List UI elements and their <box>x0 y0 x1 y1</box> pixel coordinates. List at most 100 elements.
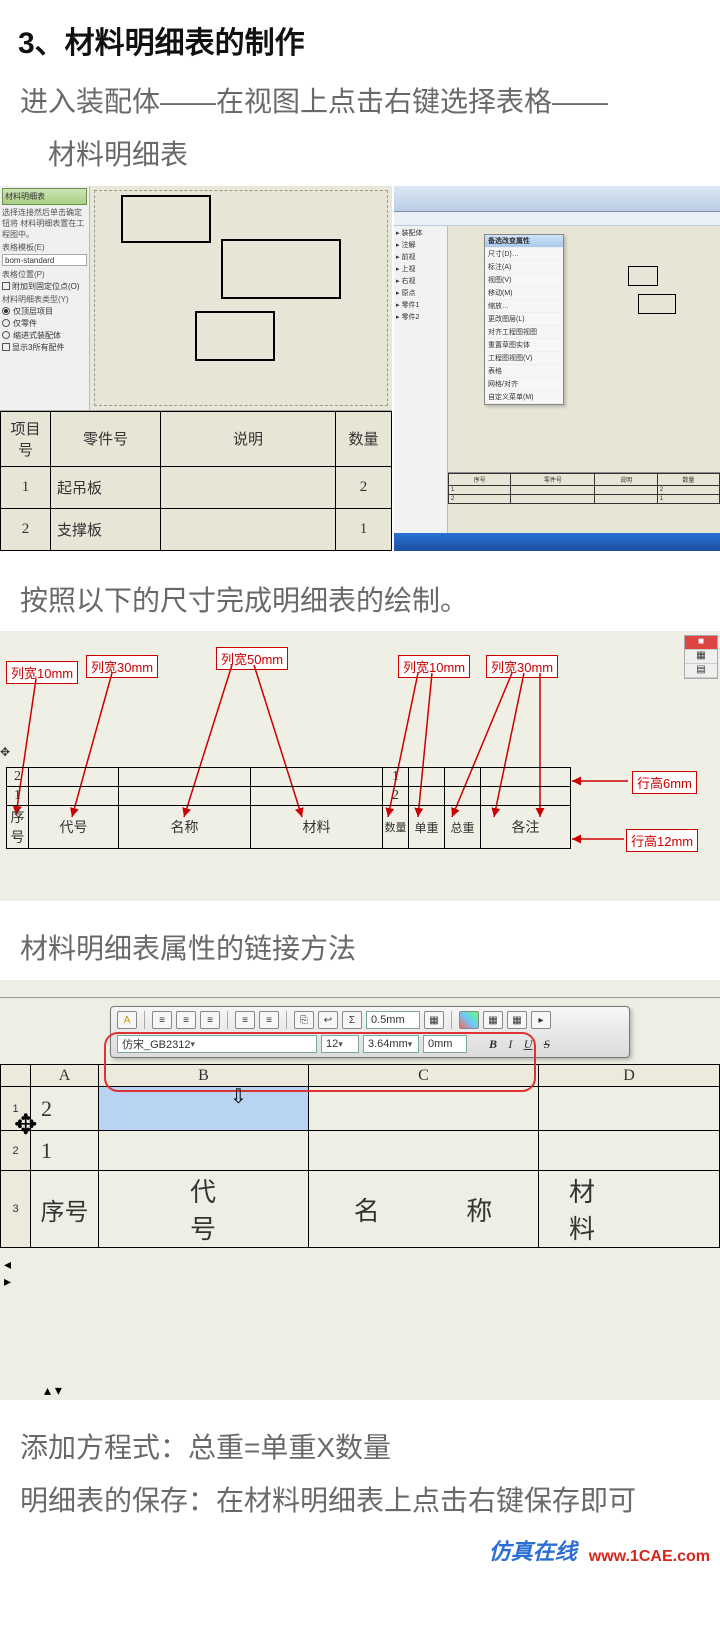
hdr-mat: 材料 <box>251 806 383 849</box>
position-check-label: 附加到固定位点(O) <box>12 282 80 291</box>
font-size-select[interactable]: 12 <box>321 1035 359 1053</box>
corner-handle[interactable] <box>1 1065 31 1087</box>
hdr-name: 名称 <box>119 806 251 849</box>
ctx-item[interactable]: 尺寸(D)… <box>485 248 563 261</box>
cell-c1[interactable] <box>309 1087 539 1131</box>
col-d[interactable]: D <box>539 1065 720 1087</box>
table-format-toolbar[interactable]: A ≡ ≡ ≡ ≡ ≡ ⎘ ↩ Σ 0.5mm ▦ ▦ ▦ ▸ 仿宋_GB231… <box>110 1006 630 1058</box>
ctx-item[interactable]: 网格/对齐 <box>485 378 563 391</box>
ctx-item[interactable]: 标注(A) <box>485 261 563 274</box>
tool-icon[interactable]: ▤ <box>685 664 717 678</box>
italic-button[interactable]: I <box>508 1037 512 1052</box>
cell-a2[interactable]: 1 <box>31 1131 99 1171</box>
feature-tree[interactable]: ▸ 装配体▸ 注解▸ 前视▸ 上视▸ 右视▸ 原点▸ 零件1▸ 零件2 <box>394 226 448 538</box>
gap-input[interactable]: 0.5mm <box>366 1011 420 1029</box>
radio-partsonly[interactable]: 仅零件 <box>2 318 87 329</box>
type-label: 材料明细表类型(Y) <box>2 294 87 305</box>
cell-b2[interactable] <box>99 1131 309 1171</box>
col-a[interactable]: A <box>31 1065 99 1087</box>
drawing-canvas-right[interactable]: 备选改变属性 尺寸(D)… 标注(A) 视图(V) 移动(M) 缩放… 更改图层… <box>448 226 720 538</box>
cell-color-icon[interactable]: ▦ <box>483 1011 503 1029</box>
text-icon[interactable]: A <box>117 1011 137 1029</box>
valign-top-icon[interactable]: ≡ <box>235 1011 255 1029</box>
section-title: 3、材料明细表的制作 <box>18 18 720 62</box>
radio-toplevel[interactable]: 仅顶层项目 <box>2 306 87 317</box>
mini-h: 序号 <box>449 473 511 485</box>
pm-title: 材料明细表 <box>2 188 87 205</box>
radio-partsonly-label: 仅零件 <box>13 318 37 329</box>
stop-icon[interactable]: ■ <box>685 636 717 650</box>
ctx-item[interactable]: 移动(M) <box>485 287 563 300</box>
wrap-icon[interactable]: ↩ <box>318 1011 338 1029</box>
ctx-item[interactable]: 更改图层(L) <box>485 313 563 326</box>
template-label: 表格模板(E) <box>2 242 87 253</box>
cfg-checkbox[interactable]: 显示3所有配件 <box>2 342 87 353</box>
cell-c2[interactable] <box>309 1131 539 1171</box>
align-right-icon[interactable]: ≡ <box>200 1011 220 1029</box>
radio-indented[interactable]: 缩进式装配体 <box>2 330 87 341</box>
ctx-item[interactable]: 工程图视图(V) <box>485 352 563 365</box>
ctx-item[interactable]: 表格 <box>485 365 563 378</box>
cell-d1[interactable] <box>539 1087 720 1131</box>
fig1-right: ▸ 装配体▸ 注解▸ 前视▸ 上视▸ 右视▸ 原点▸ 零件1▸ 零件2 备选改变… <box>394 186 720 551</box>
table-icon[interactable]: ▦ <box>507 1011 527 1029</box>
ctx-item[interactable]: 自定义菜单(M) <box>485 391 563 404</box>
move-cursor-icon[interactable]: ✥ <box>14 1108 37 1141</box>
more-icon[interactable]: ▸ <box>531 1011 551 1029</box>
collapse-bottom-icon[interactable]: ▴ ▾ <box>44 1382 62 1399</box>
col-b[interactable]: B <box>99 1065 309 1087</box>
cell-ord: 1 <box>7 787 29 806</box>
cell-b1[interactable] <box>99 1087 309 1131</box>
cell-d2[interactable] <box>539 1131 720 1171</box>
cell-b3[interactable]: 代 号 <box>99 1171 309 1248</box>
align-left-icon[interactable]: ≡ <box>152 1011 172 1029</box>
label-h6: 行高6mm <box>632 771 697 794</box>
cell-d3[interactable]: 材 料 <box>539 1171 720 1248</box>
edit-bom-grid[interactable]: A B C D 1 2 2 1 3 序号 代 号 名 称 材 料 <box>0 1064 720 1248</box>
hdr-tw: 总重 <box>445 806 481 849</box>
bom-cell-desc <box>161 466 336 508</box>
row-3[interactable]: 3 <box>1 1171 31 1248</box>
intro-line-1: 进入装配体——在视图上点击右键选择表格—— <box>20 80 700 125</box>
intro-line-2: 材料明细表 <box>20 133 700 178</box>
radio-indented-label: 缩进式装配体 <box>13 330 61 341</box>
part-rect <box>638 294 676 314</box>
ctx-item[interactable]: 对齐工程图视图 <box>485 326 563 339</box>
cell-a1[interactable]: 2 <box>31 1087 99 1131</box>
figure-3: A ≡ ≡ ≡ ≡ ≡ ⎘ ↩ Σ 0.5mm ▦ ▦ ▦ ▸ 仿宋_GB231… <box>0 980 720 1400</box>
hdr-code: 代号 <box>29 806 119 849</box>
valign-bottom-icon[interactable]: ≡ <box>259 1011 279 1029</box>
dimension-note: 按照以下的尺寸完成明细表的绘制。 <box>20 579 700 624</box>
underline-button[interactable]: U <box>524 1037 533 1052</box>
link-icon[interactable]: ⎘ <box>294 1011 314 1029</box>
align-center-icon[interactable]: ≡ <box>176 1011 196 1029</box>
drawing-canvas[interactable] <box>94 190 388 406</box>
tool-icon[interactable]: ▦ <box>685 650 717 664</box>
ctx-item[interactable]: 视图(V) <box>485 274 563 287</box>
move-handle-icon[interactable]: ✥ <box>0 745 10 759</box>
row-height-select[interactable]: 3.64mm <box>363 1035 419 1053</box>
bom-cell-no: 1 <box>1 466 51 508</box>
strike-button[interactable]: S <box>544 1037 550 1052</box>
bom-row: 1 起吊板 2 <box>1 466 392 508</box>
bold-button[interactable]: B <box>489 1037 497 1052</box>
position-checkbox[interactable]: 附加到固定位点(O) <box>2 281 87 292</box>
grid-toggle-icon[interactable]: ▦ <box>424 1011 444 1029</box>
formula-icon[interactable]: Σ <box>342 1011 362 1029</box>
cell-c3[interactable]: 名 称 <box>309 1171 539 1248</box>
offset-input[interactable]: 0mm <box>423 1035 467 1053</box>
font-family-select[interactable]: 仿宋_GB2312 <box>117 1035 317 1053</box>
bom-cell-qty: 1 <box>336 508 392 550</box>
template-input[interactable]: bom-standard <box>2 254 87 266</box>
palette-icon[interactable] <box>459 1011 479 1029</box>
cell-a3[interactable]: 序号 <box>31 1171 99 1248</box>
context-menu[interactable]: 备选改变属性 尺寸(D)… 标注(A) 视图(V) 移动(M) 缩放… 更改图层… <box>484 234 564 405</box>
bom-h-desc: 说明 <box>161 411 336 466</box>
ctx-item[interactable]: 缩放… <box>485 300 563 313</box>
pm-hint: 选择连接然后单击确定钮将 材料明细表置在工程图中。 <box>2 207 87 240</box>
brand-url: www.1CAE.com <box>589 1548 710 1566</box>
collapse-left-icon[interactable]: ◂▸ <box>4 1256 11 1290</box>
down-arrow-icon: ⇩ <box>230 1084 247 1109</box>
col-c[interactable]: C <box>309 1065 539 1087</box>
ctx-item[interactable]: 重置草图实体 <box>485 339 563 352</box>
